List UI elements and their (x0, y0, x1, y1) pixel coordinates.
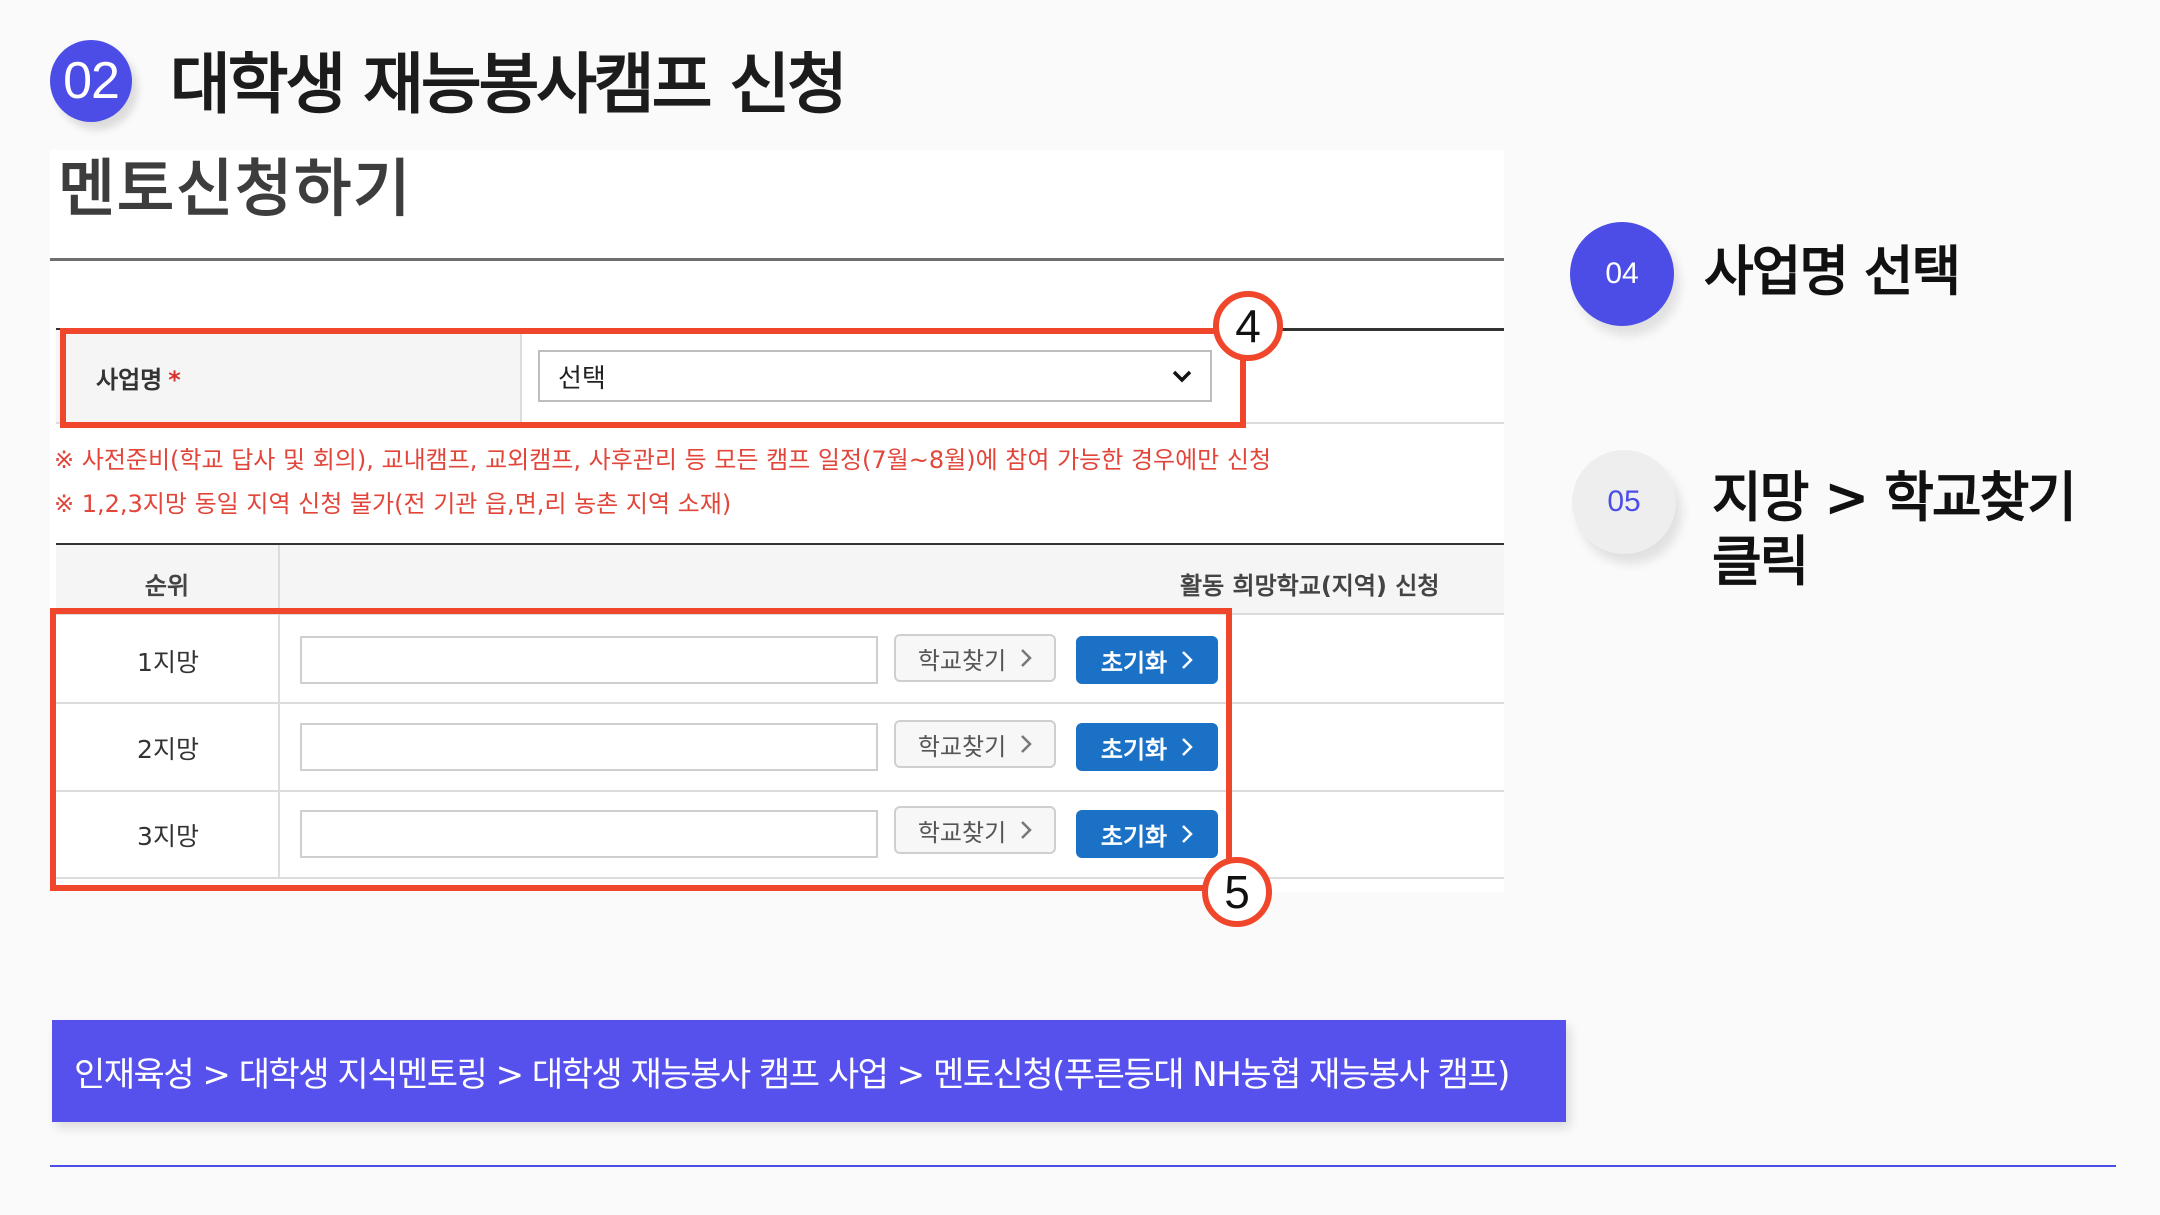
highlight-box-business-name (60, 328, 1246, 428)
breadcrumb: 인재육성 > 대학생 지식멘토링 > 대학생 재능봉사 캠프 사업 > 멘토신청… (52, 1020, 1566, 1122)
step-text-05-line1: 지망 > 학교찾기 (1712, 466, 2077, 529)
page-title: 대학생 재능봉사캠프 신청 (170, 46, 848, 123)
highlight-box-school-rows (50, 608, 1232, 891)
step-text-04: 사업명 선택 (1704, 240, 1961, 303)
section-number-badge: 02 (50, 40, 132, 122)
callout-marker-5: 5 (1202, 857, 1272, 927)
step-badge-04: 04 (1570, 222, 1674, 326)
notice-text: ※ 사전준비(학교 답사 및 회의), 교내캠프, 교외캠프, 사후관리 등 모… (54, 446, 1272, 474)
step-badge-05: 05 (1572, 450, 1676, 554)
column-header-apply: 활동 희망학교(지역) 신청 (1180, 572, 1440, 600)
form-title: 멘토신청하기 (58, 152, 413, 225)
column-header-rank: 순위 (144, 572, 190, 600)
footer-divider (50, 1165, 2116, 1167)
divider (50, 258, 1504, 261)
callout-marker-4: 4 (1213, 291, 1283, 361)
step-text-05-line2: 클릭 (1712, 530, 1809, 593)
notice-text: ※ 1,2,3지망 동일 지역 신청 불가(전 기관 읍,면,리 농촌 지역 소… (54, 490, 732, 518)
